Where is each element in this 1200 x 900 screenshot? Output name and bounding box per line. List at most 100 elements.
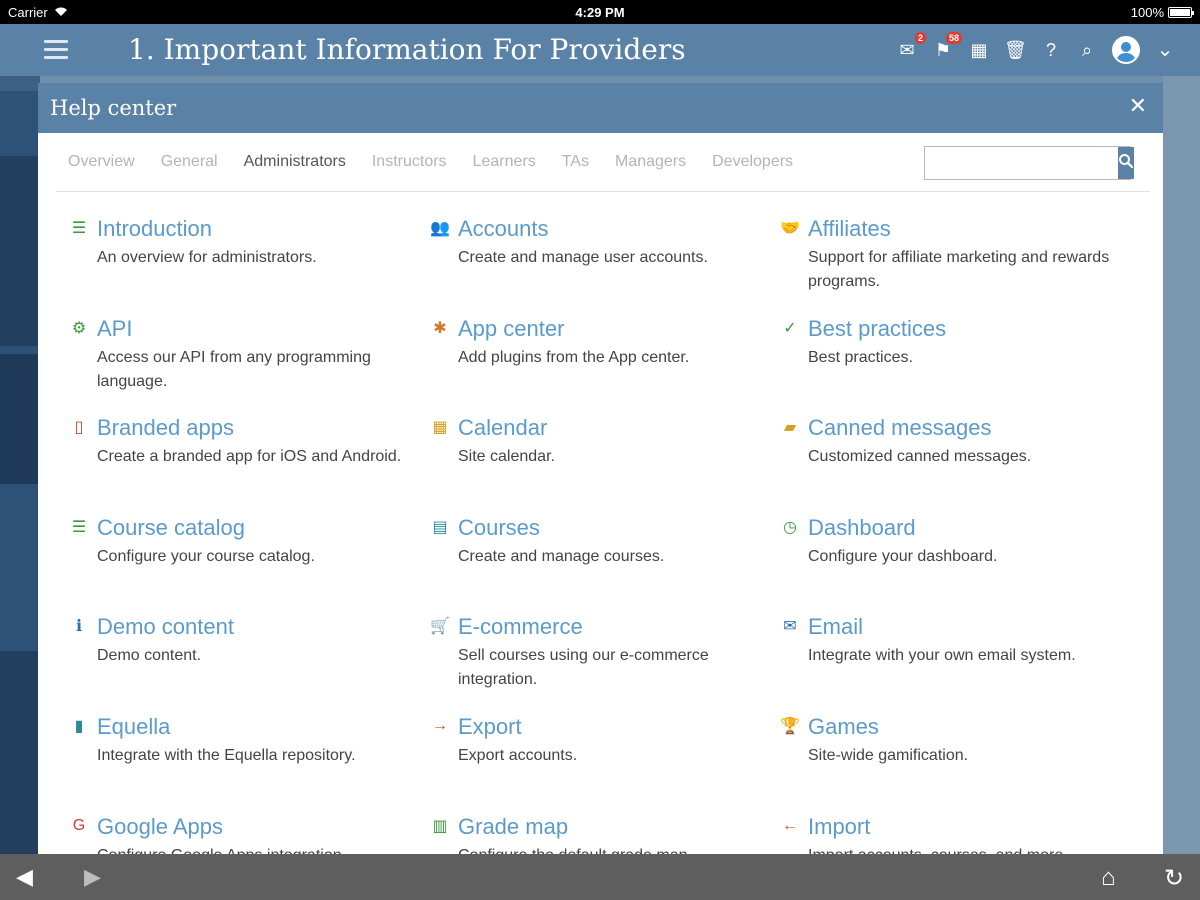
trash-icon[interactable]: 🗑 <box>1004 38 1027 62</box>
help-topic-description: Support for affiliate marketing and rewa… <box>808 249 1110 290</box>
help-topic-description: Add plugins from the App center. <box>458 349 690 366</box>
close-icon[interactable]: ✕ <box>1129 93 1147 119</box>
battery-icon <box>1168 7 1194 18</box>
help-topic-link[interactable]: Google Apps <box>97 814 223 840</box>
help-topic-description: Sell courses using our e-commerce integr… <box>458 647 709 688</box>
home-icon[interactable]: ⌂ <box>1101 864 1116 892</box>
chat-icon: ▰ <box>783 419 797 436</box>
mobile-icon: ▯ <box>74 419 84 436</box>
help-topic-description: Best practices. <box>808 349 913 366</box>
tab-instructors[interactable]: Instructors <box>372 153 447 171</box>
tab-administrators[interactable]: Administrators <box>244 153 346 171</box>
help-topic-description: Access our API from any programming lang… <box>97 349 371 390</box>
help-topic-link[interactable]: Import <box>808 814 870 840</box>
inbox-icon-glyph: ✉ <box>899 40 915 60</box>
help-topic-description: Create and manage user accounts. <box>458 249 708 266</box>
notifications-icon[interactable]: ⚑ 58 <box>932 32 962 62</box>
help-search-input[interactable] <box>925 147 1118 179</box>
help-topic-description: Demo content. <box>97 647 202 664</box>
help-topic-description: Create and manage courses. <box>458 548 665 565</box>
help-icon[interactable]: ? <box>1040 38 1062 62</box>
help-topic-description: Configure Google Apps integration. <box>97 844 422 854</box>
puzzle-icon: ✱ <box>433 320 447 337</box>
help-topic-link[interactable]: Email <box>808 614 863 640</box>
search-icon[interactable]: ⌕ <box>1076 38 1098 62</box>
users-icon: 👥 <box>430 220 450 237</box>
tab-overview[interactable]: Overview <box>68 153 135 171</box>
tabs-divider <box>56 191 1150 192</box>
help-topic-link[interactable]: Best practices <box>808 316 946 342</box>
google-icon: G <box>72 817 86 834</box>
list-icon: ☰ <box>71 519 87 536</box>
battery-group: 100% <box>1131 5 1194 20</box>
help-topic-link[interactable]: Dashboard <box>808 515 916 541</box>
avatar[interactable] <box>1112 36 1140 64</box>
bar-chart-icon: ▥ <box>432 818 448 835</box>
calendar-icon[interactable]: ▦ <box>968 38 990 62</box>
help-topic-link[interactable]: Accounts <box>458 216 549 242</box>
back-icon[interactable]: ◀ <box>16 864 33 890</box>
help-topic-link[interactable]: Equella <box>97 714 170 740</box>
help-topic-link[interactable]: Branded apps <box>97 415 234 441</box>
list-icon: ☰ <box>71 220 87 237</box>
help-topic-link[interactable]: Canned messages <box>808 415 991 441</box>
help-topic-link[interactable]: Calendar <box>458 415 547 441</box>
help-search <box>924 146 1134 180</box>
trophy-icon: 🏆 <box>780 718 800 735</box>
chevron-down-icon[interactable]: ⌄ <box>1154 38 1176 62</box>
search-icon <box>1118 153 1134 174</box>
help-topic-link[interactable]: Games <box>808 714 879 740</box>
calendar-icon-glyph: ▦ <box>970 40 988 60</box>
help-topic-link[interactable]: API <box>97 316 132 342</box>
equella-icon: ▮ <box>74 718 84 735</box>
envelope-icon: ✉ <box>783 618 797 635</box>
browser-toolbar: ◀ ▶ ⌂ ↻ <box>0 854 1200 900</box>
trash-icon-glyph: 🗑 <box>1004 40 1027 60</box>
reload-icon[interactable]: ↻ <box>1164 864 1184 893</box>
tab-tas[interactable]: TAs <box>562 153 589 171</box>
gear-icon: ⚙ <box>71 320 87 337</box>
help-topic-description: Integrate with the Equella repository. <box>97 747 356 764</box>
tab-general[interactable]: General <box>161 153 218 171</box>
help-topic-description: Site calendar. <box>458 448 555 465</box>
help-topic-description: Configure your course catalog. <box>97 548 315 565</box>
help-topic-link[interactable]: Demo content <box>97 614 234 640</box>
cart-icon: 🛒 <box>430 618 450 635</box>
help-topic-link[interactable]: App center <box>458 316 564 342</box>
search-icon-glyph: ⌕ <box>1081 40 1093 60</box>
tab-learners[interactable]: Learners <box>473 153 536 171</box>
background-content <box>1163 76 1200 854</box>
help-topic-description: Import accounts, courses, and more. <box>808 844 1133 854</box>
help-topic-description: Configure the default grade map. <box>458 844 783 854</box>
modal-title: Help center <box>50 96 177 120</box>
menu-icon[interactable] <box>44 40 68 60</box>
info-icon: ℹ <box>75 618 83 635</box>
status-time: 4:29 PM <box>575 5 625 20</box>
ios-status-bar: Carrier 4:29 PM 100% <box>0 0 1200 24</box>
help-tabs: Overview General Administrators Instructors… <box>68 153 793 171</box>
search-button[interactable] <box>1118 147 1134 179</box>
help-topic-description: Export accounts. <box>458 747 578 764</box>
tab-developers[interactable]: Developers <box>712 153 793 171</box>
help-topic-link[interactable]: Courses <box>458 515 540 541</box>
help-topic-link[interactable]: Affiliates <box>808 216 891 242</box>
help-topic-description: Create a branded app for iOS and Android… <box>97 448 402 465</box>
help-topic-link[interactable]: Export <box>458 714 522 740</box>
inbox-icon[interactable]: ✉ 2 <box>896 32 926 62</box>
background-sidebar <box>0 76 40 856</box>
tab-managers[interactable]: Managers <box>615 153 686 171</box>
help-topic-link[interactable]: Course catalog <box>97 515 245 541</box>
count-badge: 58 <box>945 32 962 44</box>
help-topic-description: Customized canned messages. <box>808 448 1032 465</box>
help-topic-description: An overview for administrators. <box>97 249 317 266</box>
help-topic-link[interactable]: Grade map <box>458 814 568 840</box>
forward-icon[interactable]: ▶ <box>84 864 101 890</box>
count-badge: 2 <box>914 32 926 44</box>
help-center-modal: Help center ✕ Overview General Administrat… <box>38 83 1163 854</box>
help-topic-link[interactable]: Introduction <box>97 216 212 242</box>
help-topic-description: Site-wide gamification. <box>808 747 969 764</box>
app-header: 1. Important Information For Providers ✉… <box>0 24 1200 76</box>
arrow-right-icon: → <box>432 717 448 734</box>
help-topic-description: Configure your dashboard. <box>808 548 998 565</box>
help-topic-link[interactable]: E-commerce <box>458 614 583 640</box>
